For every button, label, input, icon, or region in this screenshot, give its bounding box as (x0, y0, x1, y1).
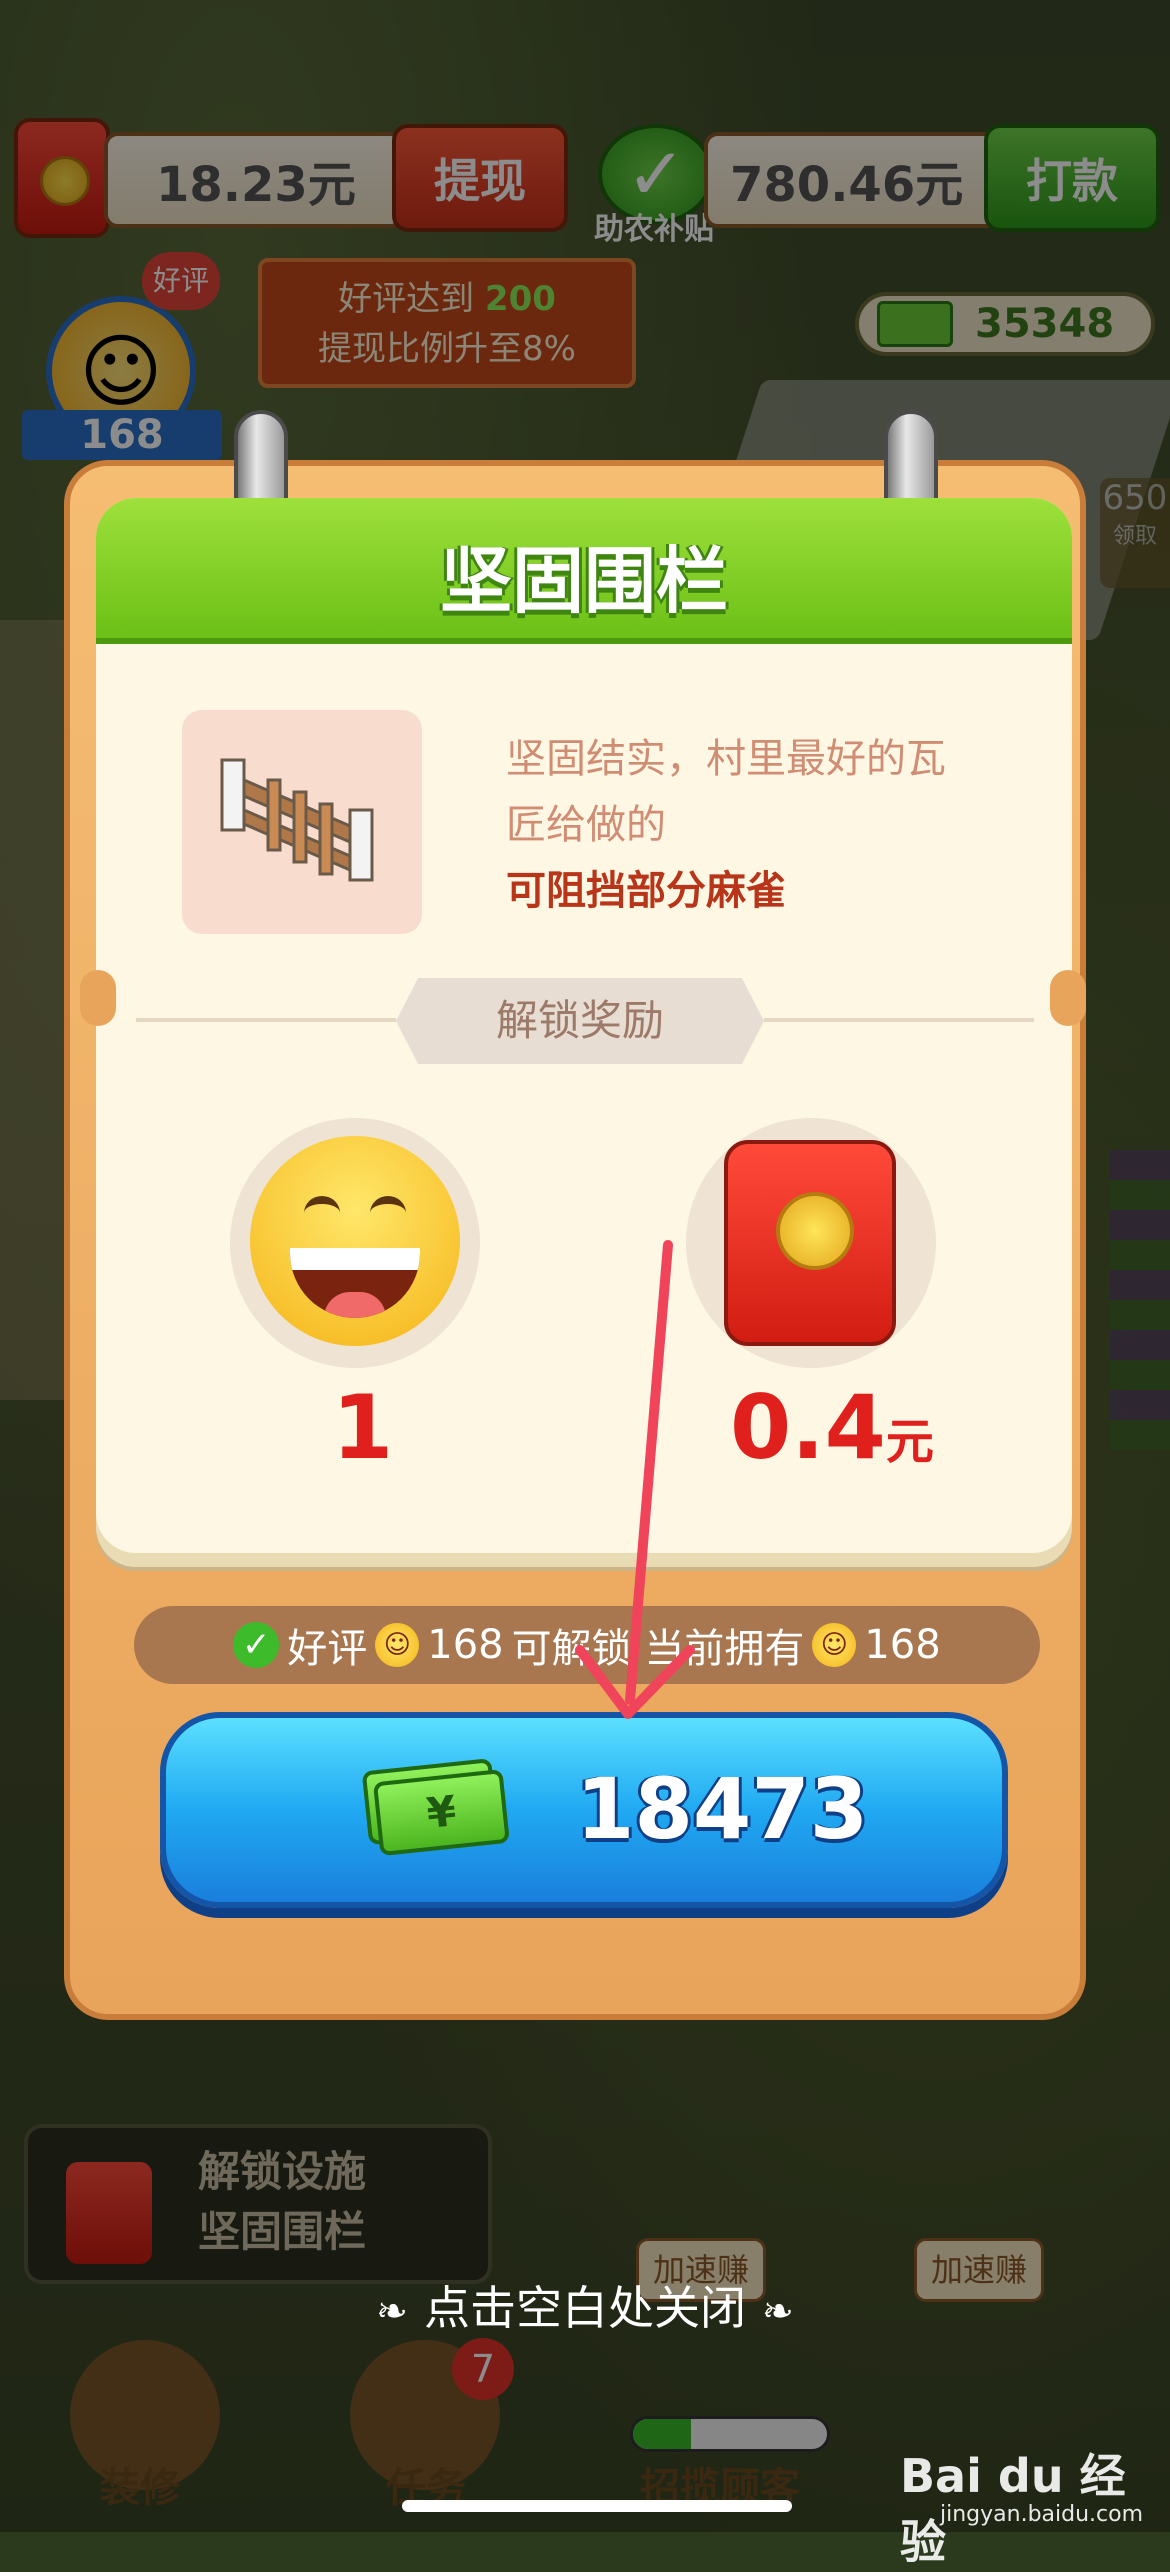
close-hint-text: 点击空白处关闭 (424, 2281, 746, 2335)
ornament-left-icon: ❧ (376, 2289, 408, 2333)
annotation-arrow (575, 1240, 695, 1719)
watermark-url: jingyan.baidu.com (940, 2502, 1144, 2527)
ornament-right-icon: ❧ (762, 2289, 794, 2333)
home-indicator[interactable] (402, 2500, 792, 2512)
close-hint[interactable]: ❧ 点击空白处关闭 ❧ (0, 2272, 1170, 2338)
